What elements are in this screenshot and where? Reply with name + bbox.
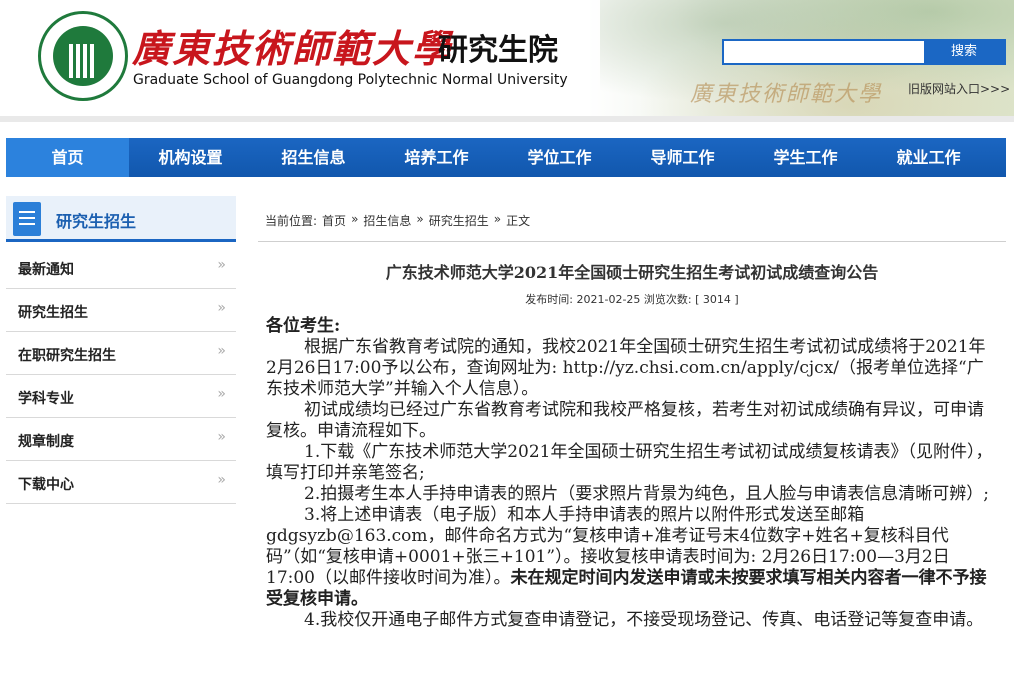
seal-year: 1957 [74,78,92,86]
school-sub-name: 研究生院 [438,33,558,68]
nav-item-employment[interactable]: 就业工作 [867,138,990,177]
nav-item-home[interactable]: 首页 [6,138,129,177]
article-paragraph: 2.拍摄考生本人手持申请表的照片（要求照片背景为纯色，且人脸与申请表信息清晰可辨… [304,484,989,504]
nav-item-organization[interactable]: 机构设置 [129,138,252,177]
sidebar-heading: 研究生招生 [6,196,236,242]
main-nav: 首页 机构设置 招生信息 培养工作 学位工作 导师工作 学生工作 就业工作 [6,138,1006,177]
article-meta: 发布时间: 2021-02-25 浏览次数: [ 3014 ] [525,293,739,306]
sidebar-item-label: 最新通知 [18,262,74,278]
breadcrumb-current: 正文 [506,214,531,228]
document-icon [13,202,41,236]
article-title: 广东技术师范大学2021年全国硕士研究生招生考试初试成绩查询公告 [385,263,879,282]
chevron-right-icon: » [217,386,226,402]
breadcrumb-divider [258,241,1006,242]
article-paragraph: 初试成绩均已经过广东省教育考试院和我校严格复核，若考生对初试成绩确有异议，可申请… [266,400,984,441]
sidebar-item-label: 学科专业 [18,391,74,407]
header-deco-calligraphy: 廣東技術師範大學 [690,82,883,107]
article-paragraph: 根据广东省教育考试院的通知，我校2021年全国硕士研究生招生考试初试成绩将于20… [266,337,986,399]
old-site-link[interactable]: 旧版网站入口>>> [908,80,1010,97]
nav-item-supervisors[interactable]: 导师工作 [621,138,744,177]
breadcrumb-prefix: 当前位置: [265,214,318,228]
sidebar-item-label: 下载中心 [18,477,74,493]
breadcrumb-graduate-admissions[interactable]: 研究生招生 [429,212,489,229]
seal-pillars-icon [69,44,97,78]
nav-item-admissions[interactable]: 招生信息 [252,138,375,177]
sidebar-item-disciplines[interactable]: 学科专业 » [6,375,236,418]
breadcrumb-separator: » [493,212,502,226]
article-paragraph: 4.我校仅开通电子邮件方式复查申请登记，不接受现场登记、传真、电话登记等复查申请… [304,610,984,630]
chevron-right-icon: » [217,343,226,359]
nav-item-training[interactable]: 培养工作 [375,138,498,177]
chevron-right-icon: » [217,300,226,316]
seal-emblem [53,26,113,86]
breadcrumb-separator: » [416,212,424,226]
search-input[interactable] [724,41,924,63]
sidebar-item-label: 在职研究生招生 [18,348,116,364]
search-button[interactable]: 搜索 [924,41,1004,63]
article-paragraph: 3.将上述申请表（电子版）和本人手持申请表的照片以附件形式发送至邮箱gdgsyz… [266,505,996,610]
chevron-right-icon: » [217,429,226,445]
article-greeting: 各位考生: [266,316,341,336]
sidebar-heading-label: 研究生招生 [56,212,137,231]
chevron-right-icon: » [217,472,226,488]
sidebar-item-regulations[interactable]: 规章制度 » [6,418,236,461]
breadcrumb-admissions-info[interactable]: 招生信息 [363,212,411,229]
search-box: 搜索 [722,39,1006,65]
sidebar-item-inservice-admissions[interactable]: 在职研究生招生 » [6,332,236,375]
site-header: 1957 廣東技術師範大學 研究生院 Graduate School of Gu… [0,0,1014,122]
sidebar-item-graduate-admissions[interactable]: 研究生招生 » [6,289,236,332]
nav-item-students[interactable]: 学生工作 [744,138,867,177]
sidebar-item-downloads[interactable]: 下载中心 » [6,461,236,504]
chevron-right-icon: » [217,257,226,273]
sidebar-item-label: 规章制度 [18,434,74,450]
sidebar-item-label: 研究生招生 [18,305,88,321]
school-name-en: Graduate School of Guangdong Polytechnic… [133,72,568,88]
article-body: 各位考生: 根据广东省教育考试院的通知，我校2021年全国硕士研究生招生考试初试… [266,316,996,631]
university-seal-logo[interactable]: 1957 [38,11,128,101]
school-name-cn[interactable]: 廣東技術師範大學 [132,18,452,73]
sidebar-item-latest-notice[interactable]: 最新通知 » [6,246,236,289]
nav-item-degree[interactable]: 学位工作 [498,138,621,177]
article-paragraph: 1.下载《广东技术师范大学2021年全国硕士研究生招生考试初试成绩复核请表》（见… [266,442,993,483]
sidebar-list: 最新通知 » 研究生招生 » 在职研究生招生 » 学科专业 » 规章制度 » 下… [6,246,236,504]
breadcrumb: 当前位置: 首页 » 招生信息 » 研究生招生 » 正文 [265,212,530,229]
breadcrumb-separator: » [351,212,359,226]
breadcrumb-home[interactable]: 首页 [322,212,346,229]
